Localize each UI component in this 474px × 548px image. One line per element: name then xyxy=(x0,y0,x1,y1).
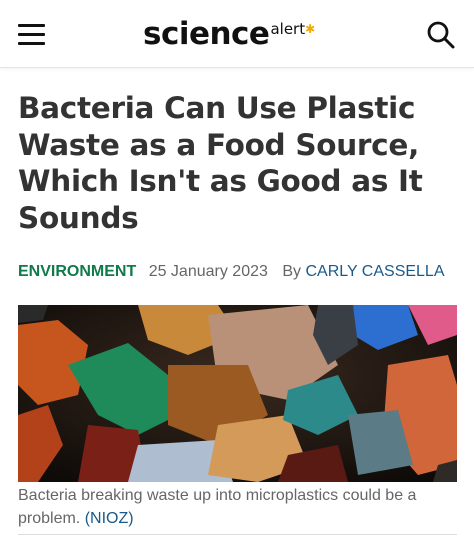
article-hero-image xyxy=(18,305,457,482)
logo-wordmark: science xyxy=(143,16,270,52)
microplastics-photo xyxy=(18,305,457,482)
category-link[interactable]: ENVIRONMENT xyxy=(18,263,136,280)
article-headline: Bacteria Can Use Plastic Waste as a Food… xyxy=(18,91,423,235)
logo-star-icon: ✱ xyxy=(305,22,316,36)
article-meta: ENVIRONMENT 25 January 2023 By CARLY CAS… xyxy=(18,262,458,282)
menu-line xyxy=(18,24,45,27)
search-icon[interactable] xyxy=(426,20,456,50)
top-navigation-bar: sciencealert✱ xyxy=(0,0,474,68)
byline-label: By xyxy=(282,263,302,280)
publish-date: 25 January 2023 xyxy=(148,263,268,280)
author-link[interactable]: CARLY CASSELLA xyxy=(305,263,444,280)
sciencealert-logo[interactable]: sciencealert✱ xyxy=(143,14,315,54)
divider xyxy=(18,534,457,535)
image-credit-link[interactable]: (NIOZ) xyxy=(85,510,134,527)
hamburger-menu-icon[interactable] xyxy=(18,22,46,48)
menu-line xyxy=(18,33,45,36)
logo-subword: alert xyxy=(270,20,306,38)
caption-text: Bacteria breaking waste up into micropla… xyxy=(18,487,417,527)
search-glyph xyxy=(427,21,455,49)
menu-line xyxy=(18,42,45,45)
image-caption: Bacteria breaking waste up into micropla… xyxy=(18,484,458,530)
